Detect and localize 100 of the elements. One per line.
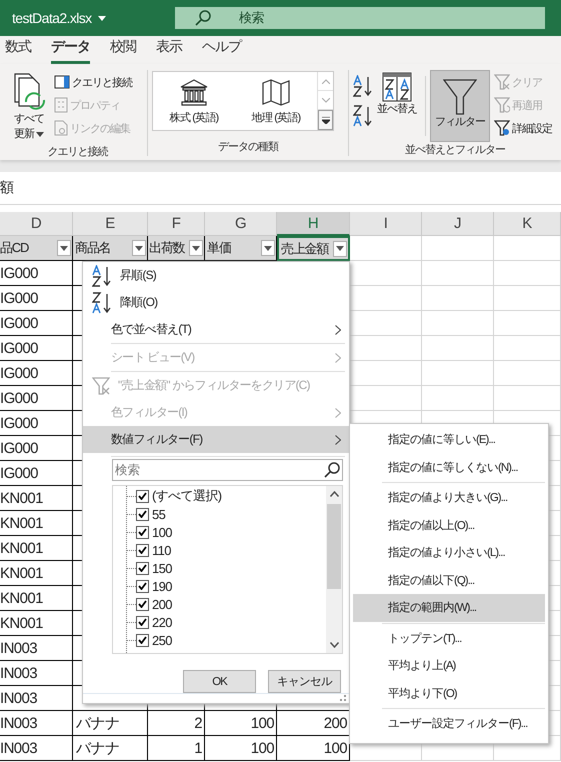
checkbox[interactable] [136,508,149,520]
checkmark-icon [138,546,147,554]
caret-icon [60,246,68,250]
search-field[interactable]: 検索 [175,7,545,29]
scroll-up-icon[interactable] [330,491,338,497]
sort-descending-icon [353,105,373,127]
checkbox[interactable] [136,580,149,592]
scrollbar[interactable] [326,486,342,653]
filter-clear-icon [92,376,110,394]
group-label: クエリと接続 [48,144,108,159]
filter-dropdown-button[interactable] [333,240,347,256]
header-text: 単価 [207,239,231,257]
gallery-more-button[interactable] [318,110,333,130]
ribbon-button[interactable]: 詳細設定 [494,118,552,138]
header-cell[interactable]: 商品名 [73,236,148,261]
menu-item[interactable]: 昇順(S) [83,262,349,289]
header-text: 品CD [0,239,28,257]
resize-grip-icon[interactable] [340,695,346,701]
checkbox[interactable] [136,616,149,628]
menu-item[interactable]: 色で並べ替え(T) [83,316,349,343]
ribbon-tab[interactable]: 校閲 [110,38,136,64]
menu-item[interactable]: 平均より上(A) [353,652,545,680]
checkbox[interactable] [136,544,149,556]
caret-icon [98,16,106,20]
menu-item[interactable]: 指定の値より大きい(G)... [353,484,545,512]
gallery-item[interactable]: 地理 (英語) [235,72,317,130]
menu-item[interactable]: 指定の値に等しい(E)... [353,426,545,454]
column-header[interactable]: D [0,212,73,236]
menu-item[interactable]: 指定の値以下(Q)... [353,566,545,594]
checkbox[interactable] [136,562,149,574]
table-cell: IG000 [0,286,73,311]
table-cell: IG000 [0,311,73,336]
sort-descending-button[interactable] [353,106,373,126]
checkbox[interactable] [136,490,149,502]
menu-item[interactable]: ユーザー設定フィルター(F)... [353,710,545,738]
ribbon-tab[interactable]: 数式 [5,38,31,64]
filter-button[interactable]: フィルター [430,70,490,142]
table-cell: IG000 [0,411,73,436]
table-cell: IN003 [0,736,73,761]
ribbon-button[interactable]: クエリと接続 [54,72,132,92]
value-label: 250 [152,632,172,648]
query-panel-icon [54,75,70,89]
filter-dropdown-button[interactable] [57,240,71,256]
checkbox[interactable] [136,634,149,646]
checkbox[interactable] [136,526,149,538]
column-header[interactable]: H [277,212,350,236]
checkbox[interactable] [136,598,149,610]
gallery-item[interactable]: 株式 (英語) [153,72,235,130]
header-cell[interactable]: 出荷数 [148,236,205,261]
value-label: 190 [152,578,172,594]
column-header[interactable]: I [350,212,422,236]
value-label: 150 [152,560,172,576]
table-cell: バナナ [73,736,148,761]
sort-ascending-button[interactable] [353,76,373,96]
ribbon-tab[interactable]: ヘルプ [202,38,241,64]
table-cell: IN003 [0,711,73,736]
menu-item[interactable]: 数値フィルター(F) [83,426,349,453]
menu-item[interactable]: 降順(O) [83,289,349,316]
table-cell: IG000 [0,336,73,361]
table-cell: IG000 [0,261,73,286]
caret-icon [135,246,143,250]
column-header[interactable]: K [494,212,561,236]
cancel-button[interactable]: キャンセル [268,670,341,693]
search-field[interactable]: 検索 [112,459,343,481]
filter-dropdown-button[interactable] [261,240,275,256]
column-header[interactable]: F [148,212,205,236]
value-label: 200 [152,596,172,612]
table-cell: 2 [148,711,205,736]
header-cell[interactable]: 売上金額 [277,236,350,261]
refresh-all-button[interactable]: すべて 更新 [8,70,50,144]
table-cell: KN001 [0,536,73,561]
header-cell[interactable]: 単価 [205,236,277,261]
menu-item[interactable]: 指定の値より小さい(L)... [353,539,545,566]
sort-button[interactable]: 並べ替え [373,70,421,119]
filter-dropdown-button[interactable] [132,240,146,256]
column-header[interactable]: E [73,212,148,236]
header-text: 商品名 [75,239,110,257]
sort-descending-icon [92,292,112,314]
formula-text: 額 [0,179,14,197]
filter-dropdown-button[interactable] [189,240,203,256]
checkmark-icon [138,510,147,518]
table-cell: KN001 [0,586,73,611]
menu-item[interactable]: 指定の範囲内(W)... [353,594,545,622]
table-cell: KN001 [0,611,73,636]
menu-item[interactable]: 指定の値に等しくない(N)... [353,454,545,481]
checkmark-icon [138,618,147,626]
caret-icon [264,246,272,250]
column-header[interactable]: G [205,212,277,236]
caret-icon [336,246,344,251]
refresh-document-icon [12,72,46,112]
menu-item[interactable]: 平均より下(O) [353,680,545,707]
ribbon-tab[interactable]: 表示 [156,38,182,64]
scroll-down-icon[interactable] [330,642,338,648]
menu-item[interactable]: 指定の値以上(O)... [353,512,545,539]
column-header[interactable]: J [422,212,494,236]
header-cell[interactable]: 品CD [0,236,73,261]
menu-item[interactable]: トップテン(T)... [353,624,545,652]
ok-button[interactable]: OK [183,670,256,693]
caret-icon [192,246,200,250]
table-cell: バナナ [73,711,148,736]
